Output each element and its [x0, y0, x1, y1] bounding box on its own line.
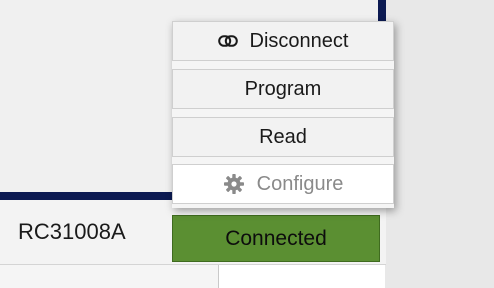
connection-status-button[interactable]: Connected — [172, 215, 380, 262]
gear-icon — [223, 173, 245, 195]
header-strip-vertical — [378, 0, 386, 22]
header-strip — [0, 192, 175, 200]
program-menu-item[interactable]: Program — [172, 69, 394, 109]
configure-menu-item[interactable]: Configure — [172, 164, 394, 204]
device-name: RC31008A — [18, 219, 126, 244]
background-panel-right — [385, 0, 494, 288]
read-menu-item[interactable]: Read — [172, 117, 394, 157]
program-label: Program — [244, 77, 322, 100]
link-icon — [217, 35, 238, 47]
read-label: Read — [259, 125, 307, 148]
status-row: RC31008A Connected — [0, 200, 386, 265]
disconnect-menu-item[interactable]: Disconnect — [172, 21, 394, 61]
connection-menu: Disconnect Program Read Configure — [172, 21, 394, 208]
disconnect-label: Disconnect — [249, 29, 349, 52]
lower-panel — [0, 264, 218, 288]
divider — [218, 264, 219, 288]
configure-label: Configure — [256, 172, 344, 195]
